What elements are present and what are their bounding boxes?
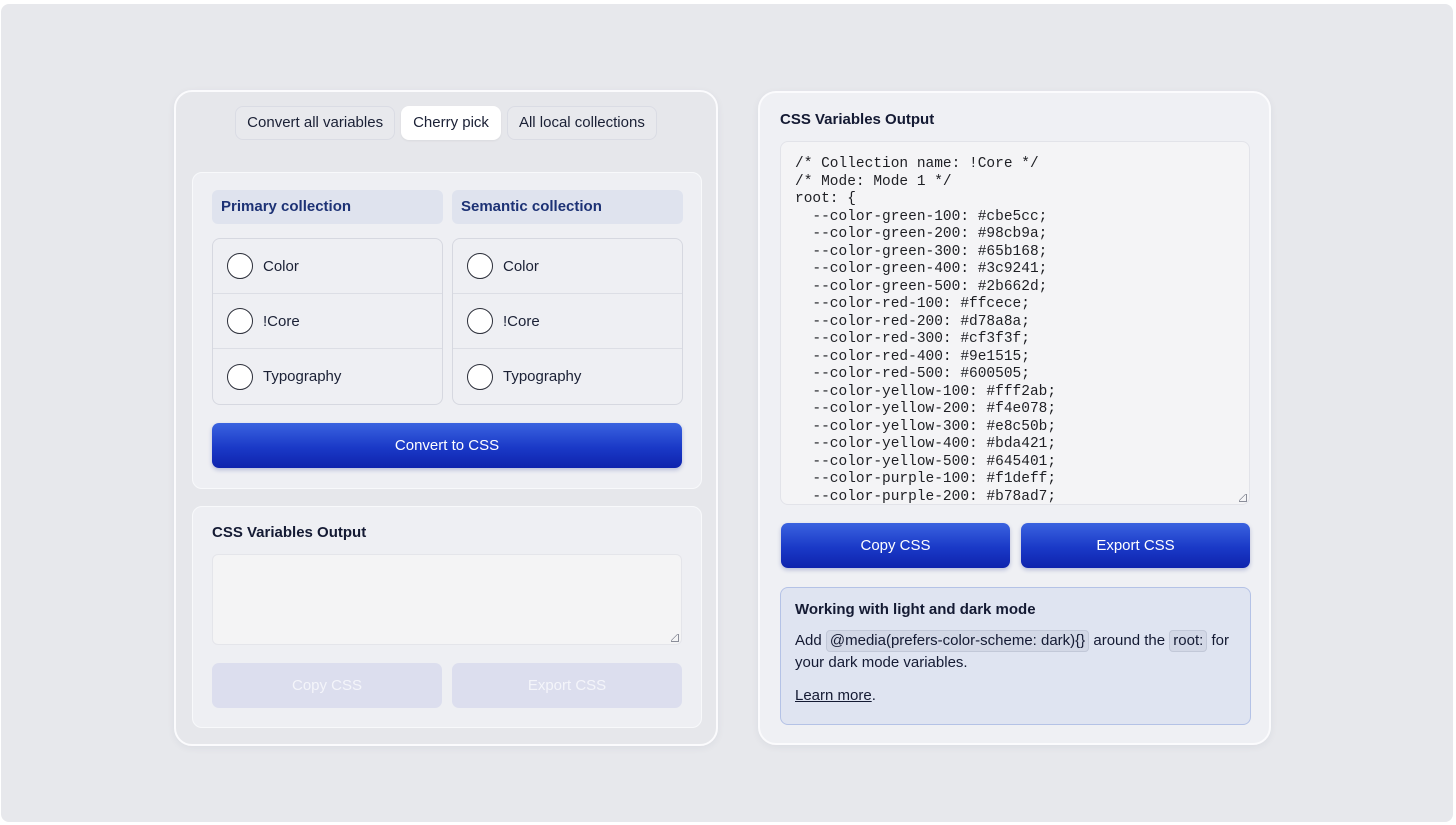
learn-more-line: Learn more.: [795, 687, 1236, 704]
primary-item-core[interactable]: !Core: [213, 294, 442, 349]
primary-collection-list: Color !Core Typography: [212, 238, 443, 405]
code-line: --color-green-200: #98cb9a;: [795, 226, 1048, 242]
code-line: --color-purple-200: #b78ad7;: [795, 488, 1057, 505]
output-title: CSS Variables Output: [212, 524, 367, 541]
tab-all-local-collections[interactable]: All local collections: [506, 106, 657, 140]
radio-button[interactable]: [227, 253, 253, 279]
tab-convert-all-variables[interactable]: Convert all variables: [235, 106, 396, 140]
root-code: root:: [1169, 630, 1208, 652]
code-line: --color-yellow-200: #f4e078;: [795, 401, 1057, 417]
code-line: root: {: [795, 191, 856, 207]
app-background: Convert all variables Cherry pick All lo…: [1, 4, 1453, 822]
export-css-button-disabled: Export CSS: [452, 663, 682, 708]
link-suffix: .: [871, 687, 876, 704]
mode-tabs: Convert all variables Cherry pick All lo…: [176, 106, 716, 140]
code-line: --color-yellow-500: #645401;: [795, 453, 1057, 470]
info-text-around: around the: [1093, 632, 1166, 649]
radio-button[interactable]: [227, 363, 253, 390]
css-code-output[interactable]: /* Collection name: !Core *//* Mode: Mod…: [780, 141, 1250, 505]
code-line: /* Mode: Mode 1 */: [795, 173, 952, 190]
collections-card: Primary collection Semantic collection C…: [192, 172, 702, 489]
primary-item-color[interactable]: Color: [213, 239, 442, 294]
code-line: --color-red-300: #cf3f3f;: [795, 331, 1030, 347]
code-line: --color-green-300: #65b168;: [795, 243, 1048, 260]
code-line: --color-green-500: #2b662d;: [795, 278, 1048, 295]
code-line: --color-red-400: #9e1515;: [795, 348, 1030, 365]
collection-item-label: Typography: [263, 368, 342, 385]
info-text: Add @media(prefers-color-scheme: dark){}…: [795, 630, 1236, 674]
resize-grip-icon[interactable]: [1239, 494, 1247, 502]
copy-css-button-disabled: Copy CSS: [212, 663, 442, 708]
code-line: --color-green-400: #3c9241;: [795, 261, 1048, 277]
convert-to-css-button[interactable]: Convert to CSS: [212, 423, 682, 468]
resize-grip-icon[interactable]: [671, 634, 679, 642]
dark-mode-info-box: Working with light and dark mode Add @me…: [780, 587, 1251, 725]
code-line: --color-red-100: #ffcece;: [795, 296, 1030, 312]
primary-item-typography[interactable]: Typography: [213, 349, 442, 404]
output-title: CSS Variables Output: [780, 111, 935, 128]
radio-button[interactable]: [467, 253, 493, 279]
semantic-collection-list: Color !Core Typography: [452, 238, 683, 405]
collection-item-label: Typography: [503, 368, 582, 385]
collection-item-label: !Core: [503, 312, 540, 330]
semantic-item-core[interactable]: !Core: [453, 294, 682, 349]
collection-item-label: Color: [503, 257, 539, 275]
export-css-button[interactable]: Export CSS: [1021, 523, 1250, 568]
learn-more-link[interactable]: Learn more: [795, 687, 872, 704]
collection-item-label: !Core: [263, 312, 300, 330]
code-line: --color-purple-100: #f1deff;: [795, 471, 1057, 487]
code-line: --color-yellow-300: #e8c50b;: [795, 418, 1057, 435]
left-output-card: CSS Variables Output Copy CSS Export CSS: [192, 506, 702, 728]
radio-button[interactable]: [467, 363, 493, 390]
code-line: --color-yellow-400: #bda421;: [795, 436, 1057, 452]
code-line: --color-red-500: #600505;: [795, 366, 1030, 382]
info-text-add: Add: [795, 632, 822, 649]
css-output-textarea[interactable]: [212, 554, 682, 645]
semantic-item-color[interactable]: Color: [453, 239, 682, 294]
primary-collection-header: Primary collection: [212, 190, 443, 224]
semantic-collection-header: Semantic collection: [452, 190, 683, 224]
semantic-item-typography[interactable]: Typography: [453, 349, 682, 404]
copy-css-button[interactable]: Copy CSS: [781, 523, 1010, 568]
media-query-code: @media(prefers-color-scheme: dark){}: [825, 630, 1090, 652]
info-title: Working with light and dark mode: [795, 601, 1036, 618]
output-panel: CSS Variables Output /* Collection name:…: [758, 91, 1271, 745]
radio-button[interactable]: [467, 308, 493, 334]
code-line: --color-red-200: #d78a8a;: [795, 313, 1030, 330]
tab-cherry-pick[interactable]: Cherry pick: [401, 106, 501, 140]
radio-button[interactable]: [227, 308, 253, 334]
collection-item-label: Color: [263, 257, 299, 275]
code-line: /* Collection name: !Core */: [795, 156, 1039, 172]
code-line: --color-green-100: #cbe5cc;: [795, 208, 1048, 225]
code-line: --color-yellow-100: #fff2ab;: [795, 383, 1057, 400]
cherry-pick-panel: Convert all variables Cherry pick All lo…: [174, 90, 718, 746]
